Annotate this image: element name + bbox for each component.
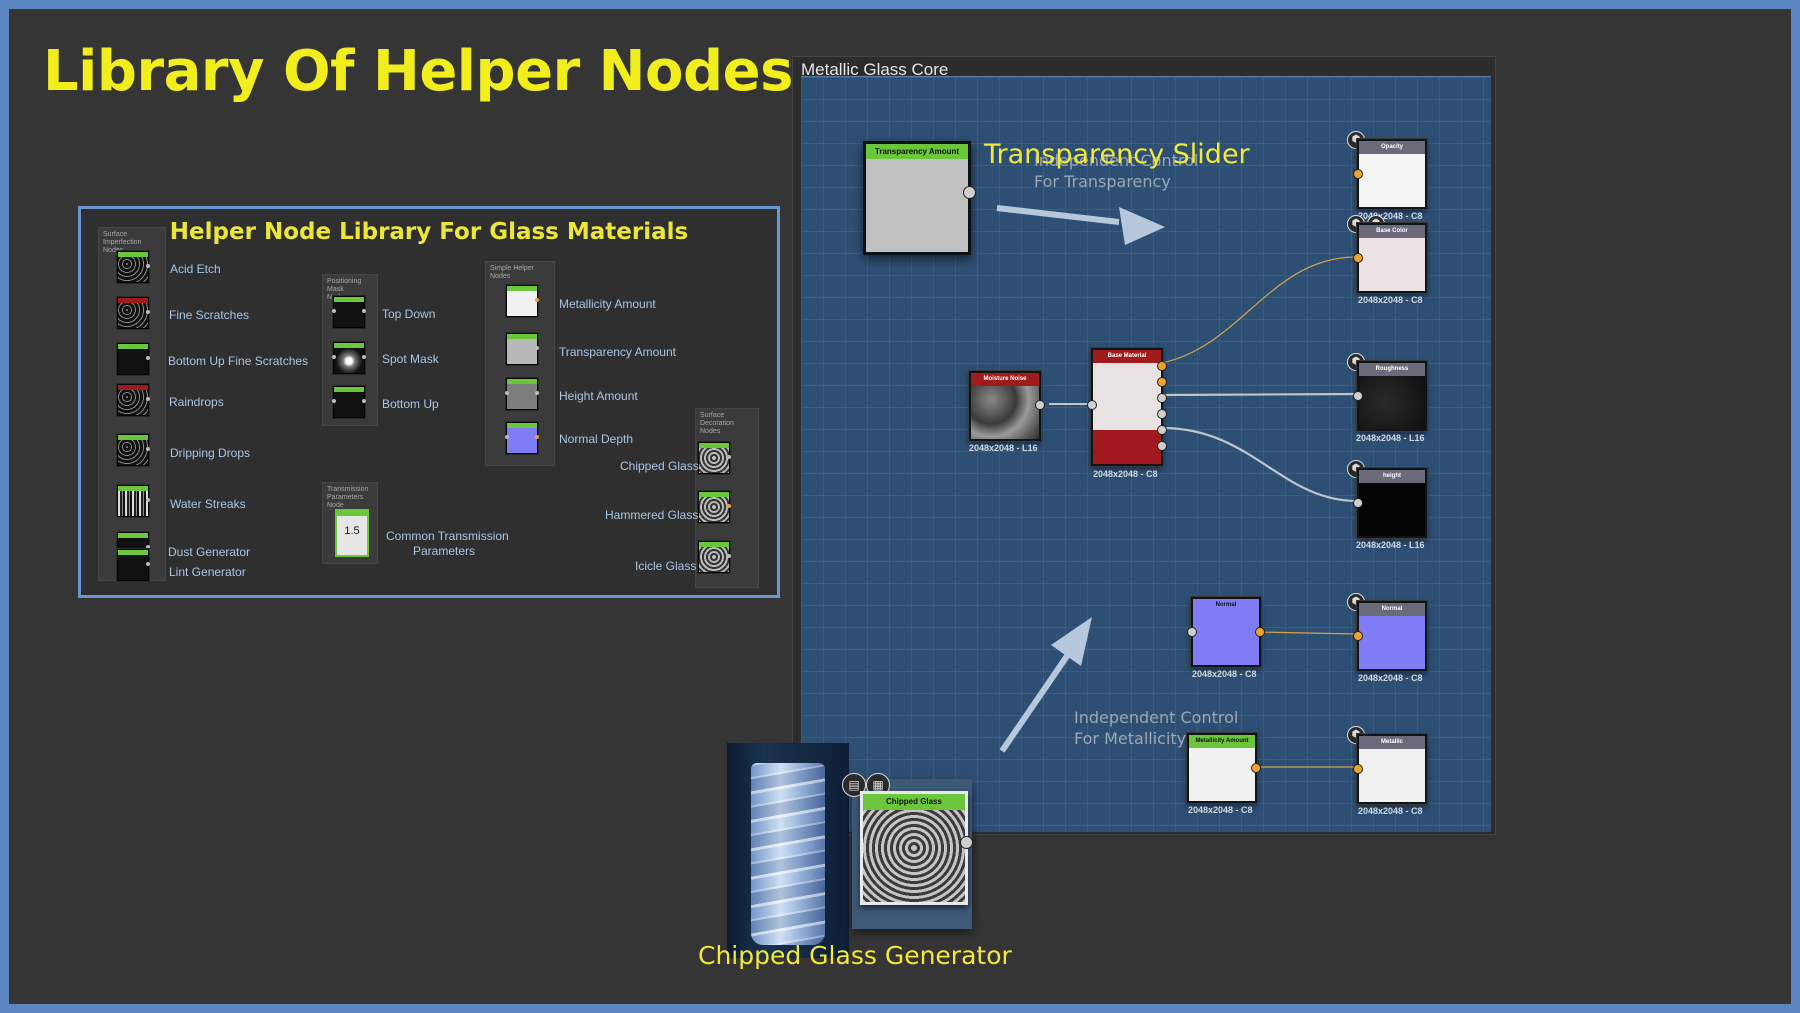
metallic-output-node[interactable]: Metallic	[1353, 734, 1427, 804]
normal-output-node[interactable]: Normal	[1353, 601, 1427, 671]
node-header: Base Material	[1093, 350, 1161, 363]
output-port[interactable]	[1255, 627, 1265, 637]
input-port[interactable]	[1353, 764, 1363, 774]
input-port[interactable]	[1353, 253, 1363, 263]
slide: Library Of Helper Nodes Helper Node Libr…	[9, 9, 1791, 1004]
transmission-label: Common Transmission Parameters	[386, 529, 509, 558]
node-header: Transparency Amount	[866, 144, 968, 159]
metallicity-amount-node[interactable]	[506, 285, 539, 317]
transparency-slider-caption: Transparency Slider	[984, 139, 1250, 170]
opacity-output-node[interactable]: Opacity	[1353, 139, 1427, 209]
fine-scratches-label: Fine Scratches	[169, 308, 250, 322]
output-port[interactable]	[1251, 763, 1261, 773]
input-port[interactable]	[1353, 169, 1363, 179]
output-port-metallic[interactable]	[1157, 409, 1167, 419]
output-port-height[interactable]	[1157, 441, 1167, 451]
acid-etch-node[interactable]	[117, 251, 150, 283]
chipped-glass-photo	[727, 743, 849, 958]
fine-scratches-node[interactable]	[117, 297, 150, 329]
node-header: Chipped Glass	[863, 794, 965, 810]
output-port[interactable]	[963, 186, 976, 199]
output-port-roughness[interactable]	[1157, 393, 1167, 403]
height-output-node[interactable]: height	[1353, 468, 1427, 538]
input-port[interactable]	[1353, 631, 1363, 641]
roughness-output-node[interactable]: Roughness	[1353, 361, 1427, 431]
normal-depth-node[interactable]	[505, 422, 539, 454]
bottom-up-node[interactable]	[332, 386, 366, 418]
node-header: Moisture Noise	[971, 373, 1039, 386]
hammered-glass-node[interactable]	[698, 491, 731, 523]
normal-node-res: 2048x2048 - C8	[1192, 669, 1257, 679]
dripping-drops-label: Dripping Drops	[170, 446, 251, 460]
roughness-res: 2048x2048 - L16	[1356, 433, 1425, 443]
metallicity-amount-res: 2048x2048 - C8	[1188, 805, 1253, 815]
water-streaks-node[interactable]	[117, 485, 150, 517]
bottom-up-fine-scratches-label: Bottom Up Fine Scratches	[168, 354, 309, 368]
library-title: Helper Node Library For Glass Materials	[169, 219, 689, 245]
height-amount-label: Height Amount	[559, 389, 638, 403]
lint-generator-label: Lint Generator	[169, 565, 246, 579]
input-port[interactable]	[1087, 400, 1097, 410]
input-port[interactable]	[1353, 391, 1363, 401]
helper-library-panel: Helper Node Library For Glass Materials …	[78, 206, 780, 598]
normal-output-res: 2048x2048 - C8	[1358, 673, 1423, 683]
chipped-glass-generator-caption: Chipped Glass Generator	[698, 941, 1012, 970]
output-port-opacity[interactable]	[1157, 377, 1167, 387]
hammered-glass-label: Hammered Glass	[605, 508, 699, 522]
metallicity-amount-label: Metallicity Amount	[559, 297, 656, 311]
output-port[interactable]	[960, 836, 973, 849]
node-header: Normal	[1193, 599, 1259, 612]
node-header: Opacity	[1359, 141, 1425, 154]
normal-depth-label: Normal Depth	[559, 432, 634, 446]
spot-mask-label: Spot Mask	[382, 352, 439, 366]
base-material-res: 2048x2048 - C8	[1093, 469, 1158, 479]
node-header: Roughness	[1359, 363, 1425, 376]
dripping-drops-node[interactable]	[117, 434, 150, 466]
chipped-glass-mini-node[interactable]	[698, 442, 731, 474]
output-port-base-color[interactable]	[1157, 361, 1167, 371]
frame-title: Simple Helper Nodes	[490, 265, 534, 280]
lint-generator-node[interactable]	[117, 549, 150, 581]
node-header: height	[1359, 470, 1425, 483]
base-material-node[interactable]: Base Material	[1087, 348, 1167, 466]
chipped-glass-label: Chipped Glass	[620, 459, 699, 473]
page-title: Library Of Helper Nodes	[43, 39, 793, 104]
icicle-glass-node[interactable]	[698, 541, 731, 573]
node-header: Normal	[1359, 603, 1425, 616]
bottom-up-fine-scratches-node[interactable]	[117, 343, 150, 375]
output-port-normal[interactable]	[1157, 425, 1167, 435]
height-amount-node[interactable]	[505, 378, 539, 410]
transmission-value: 1.5	[344, 525, 360, 537]
input-port[interactable]	[1353, 498, 1363, 508]
top-down-node[interactable]	[332, 296, 366, 328]
frame-title: Surface Decoration Nodes	[700, 412, 734, 435]
raindrops-node[interactable]	[117, 384, 150, 416]
transparency-amount-label: Transparency Amount	[559, 345, 676, 359]
icicle-glass-label: Icicle Glass	[635, 559, 697, 573]
transmission-node[interactable]: 1.5	[335, 509, 369, 557]
raindrops-label: Raindrops	[169, 395, 224, 409]
metallicity-note: Independent Control For Metallicity	[1074, 708, 1239, 748]
metallic-res: 2048x2048 - C8	[1358, 806, 1423, 816]
transparency-amount-mini-node[interactable]	[506, 333, 539, 365]
top-down-label: Top Down	[382, 307, 436, 321]
base-color-res: 2048x2048 - C8	[1358, 295, 1423, 305]
height-res: 2048x2048 - L16	[1356, 540, 1425, 550]
bottom-up-label: Bottom Up	[382, 397, 439, 411]
node-header: Metallic	[1359, 736, 1425, 749]
water-streaks-label: Water Streaks	[170, 497, 246, 511]
moisture-noise-res: 2048x2048 - L16	[969, 443, 1038, 453]
input-port[interactable]	[1187, 627, 1197, 637]
chipped-glass-floating-node[interactable]: Chipped Glass	[860, 791, 973, 905]
transparency-amount-floating-node[interactable]: Transparency Amount	[863, 141, 976, 255]
node-header: Base Color	[1359, 225, 1425, 238]
normal-node[interactable]: Normal	[1187, 597, 1265, 667]
moisture-noise-node[interactable]: Moisture Noise	[969, 371, 1045, 441]
base-color-output-node[interactable]: Base Color	[1353, 223, 1427, 293]
spot-mask-node[interactable]	[332, 342, 366, 374]
dust-generator-label: Dust Generator	[168, 545, 251, 559]
output-port[interactable]	[1035, 400, 1045, 410]
acid-etch-label: Acid Etch	[170, 262, 221, 276]
